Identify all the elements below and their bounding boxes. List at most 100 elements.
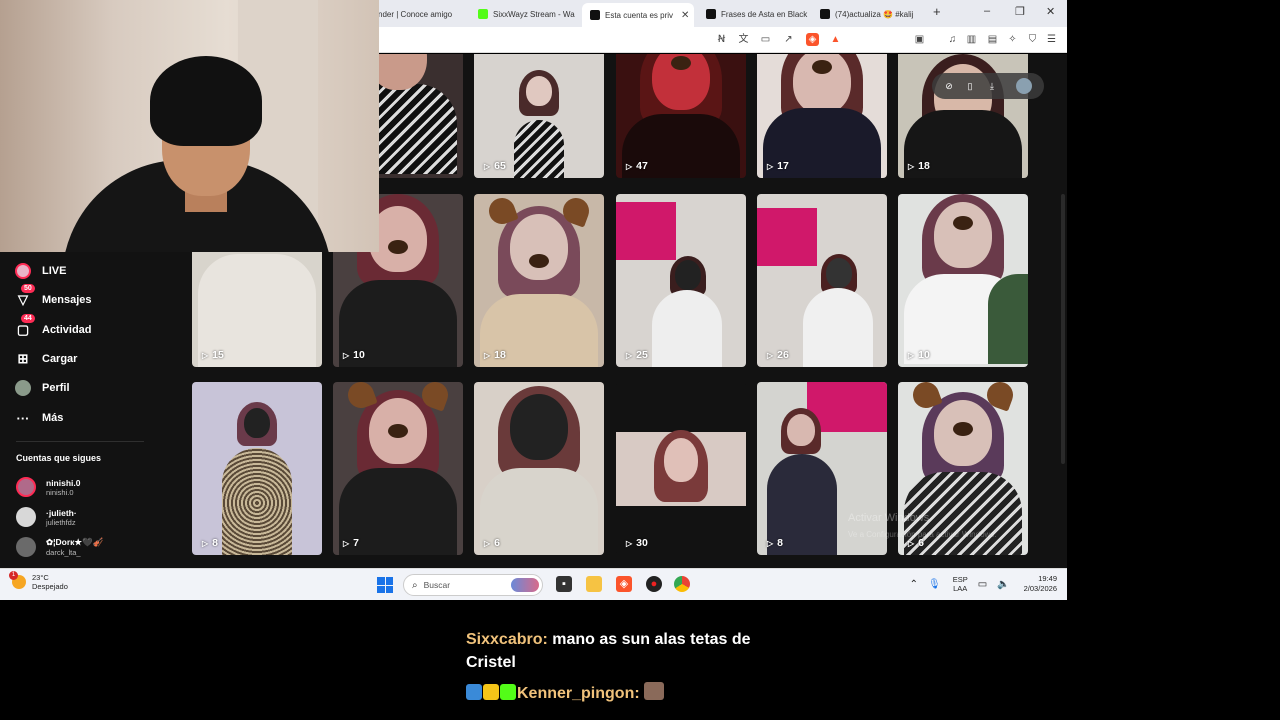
view-count: ▷ 18: [484, 349, 506, 361]
sidebar-item-label: Mensajes: [42, 294, 92, 306]
scrollbar[interactable]: [1061, 194, 1065, 464]
view-count: ▷ 10: [908, 349, 930, 361]
sidebar-item-activity[interactable]: ▢ 44 Actividad: [14, 314, 92, 341]
sidebar-item-more[interactable]: ··· Más: [14, 407, 64, 429]
view-count: ▷ 65: [484, 160, 506, 172]
windows-start-icon[interactable]: [377, 577, 393, 593]
followed-account[interactable]: ·julieth· juliethfdz: [16, 506, 77, 528]
sidebar-item-messages[interactable]: ▽ 50 Mensajes: [14, 284, 92, 311]
play-icon: ▷: [908, 350, 915, 360]
play-icon: ▷: [484, 350, 491, 360]
sidebar-item-live[interactable]: LIVE: [14, 260, 66, 282]
video-thumbnail[interactable]: ▷ 30: [616, 382, 746, 555]
video-thumbnail[interactable]: ▷ 47: [616, 54, 746, 178]
sidebar-item-upload[interactable]: ⊞ Cargar: [14, 348, 78, 370]
vpn-icon[interactable]: ⛉: [1026, 33, 1039, 46]
following-title: Cuentas que sigues: [16, 453, 102, 463]
view-count: ▷ 47: [626, 160, 648, 172]
tiktok-icon: [820, 9, 830, 19]
translate-icon[interactable]: 文: [737, 33, 750, 46]
video-thumbnail[interactable]: ▷ 10: [898, 194, 1028, 367]
tab-label: Frases de Asta en Black: [721, 9, 808, 19]
tab-label: SixxWayz Stream - Wa: [493, 9, 575, 19]
task-view-icon[interactable]: ▪: [556, 576, 572, 592]
system-tray: ⌃ 🎙 ESP LAA ▭ 🔈 19:49 2/03/2026: [900, 574, 1057, 594]
view-count: ▷ 30: [626, 537, 648, 549]
microphone-icon[interactable]: 🎙: [928, 579, 941, 590]
chat-message: Kenner_pingon:: [466, 682, 786, 705]
phone-icon[interactable]: ▯: [964, 80, 976, 92]
profile-icon: [14, 379, 32, 397]
tab-label: (74)actualiza 🤩 #kalij: [835, 9, 914, 19]
account-name: ninishi.0: [46, 477, 81, 488]
messages-icon: ▽ 50: [14, 284, 35, 309]
share-icon[interactable]: ↗: [782, 33, 795, 46]
more-icon: ···: [16, 410, 30, 426]
brave-browser-icon[interactable]: ◈: [616, 576, 632, 592]
video-thumbnail[interactable]: ▷ 8: [192, 382, 322, 555]
tab-asta[interactable]: Frases de Asta en Black: [698, 4, 810, 24]
video-thumbnail[interactable]: ▷ 26: [757, 194, 887, 367]
avatar-icon[interactable]: [1016, 78, 1032, 94]
play-icon: ▷: [626, 350, 633, 360]
network-icon[interactable]: ▭: [978, 579, 987, 590]
obs-icon[interactable]: ●: [646, 576, 662, 592]
weather-sun-icon: 1: [9, 571, 26, 589]
view-count: ▷ 10: [343, 349, 365, 361]
compass-icon[interactable]: ⊘: [943, 80, 955, 92]
weather-widget[interactable]: 1 23°C Despejado: [9, 571, 68, 591]
video-thumbnail[interactable]: ▷ 6: [474, 382, 604, 555]
video-thumbnail[interactable]: ▷ 17: [757, 54, 887, 178]
chrome-icon[interactable]: [674, 576, 690, 592]
minimize-button[interactable]: –: [984, 5, 990, 17]
clock[interactable]: 19:49 2/03/2026: [1024, 574, 1057, 594]
chat-username: Kenner_pingon:: [517, 685, 640, 702]
sidebar-icon[interactable]: ▣: [913, 33, 926, 46]
tab-actualiza[interactable]: (74)actualiza 🤩 #kalij: [812, 4, 924, 24]
tab-kick[interactable]: SixxWayz Stream - Wa: [470, 4, 580, 24]
view-count: ▷ 15: [202, 349, 224, 361]
reader-icon[interactable]: Ꞥ: [715, 33, 728, 46]
chevron-up-icon[interactable]: ⌃: [910, 579, 918, 590]
video-thumbnail[interactable]: ▷ 25: [616, 194, 746, 367]
tab-tinder[interactable]: nder | Conoce amigo: [370, 4, 470, 24]
cast-icon[interactable]: ▭: [759, 33, 772, 46]
file-explorer-icon[interactable]: [586, 576, 602, 592]
wallet-icon[interactable]: ▤: [986, 33, 999, 46]
brave-rewards-icon[interactable]: ▲: [829, 33, 842, 46]
play-icon: ▷: [767, 350, 774, 360]
download-icon[interactable]: ⤓: [986, 80, 998, 92]
video-thumbnail[interactable]: ▷ 18: [474, 194, 604, 367]
language-indicator[interactable]: ESP LAA: [953, 575, 968, 593]
play-icon: ▷: [484, 538, 491, 548]
music-icon[interactable]: ♫: [946, 33, 959, 46]
close-window-button[interactable]: ✕: [1046, 5, 1055, 18]
video-thumbnail[interactable]: ▷ 7: [333, 382, 463, 555]
account-username: ninishi.0: [46, 487, 74, 497]
tab-label: nder | Conoce amigo: [378, 9, 453, 19]
sidebar-item-label: LIVE: [42, 265, 67, 277]
video-thumbnail[interactable]: ▷ 65: [474, 54, 604, 178]
maximize-button[interactable]: ❐: [1015, 5, 1025, 18]
volume-icon[interactable]: 🔈: [997, 579, 1009, 590]
new-tab-button[interactable]: +: [933, 4, 941, 19]
og-badge-icon: [500, 684, 516, 700]
account-username: juliethfdz: [46, 517, 76, 527]
reading-list-icon[interactable]: ▥: [965, 33, 978, 46]
weather-badge: 1: [9, 571, 18, 580]
leo-icon[interactable]: ✧: [1006, 33, 1019, 46]
tab-tiktok-active[interactable]: Esta cuenta es priv ✕: [582, 3, 694, 27]
sword-badge-icon: [466, 684, 482, 700]
followed-account[interactable]: ninishi.0 ninishi.0: [16, 476, 80, 498]
close-icon[interactable]: ✕: [681, 10, 689, 21]
brave-shield-icon[interactable]: ◈: [806, 33, 819, 46]
view-count: ▷ 17: [767, 160, 789, 172]
view-count: ▷ 26: [767, 349, 789, 361]
sidebar-item-profile[interactable]: Perfil: [14, 377, 70, 399]
menu-icon[interactable]: ☰: [1045, 33, 1058, 46]
sidebar-item-label: Más: [42, 412, 64, 424]
taskbar-search[interactable]: ⌕ Buscar: [403, 574, 543, 596]
sidebar-item-label: Cargar: [42, 353, 78, 365]
activation-watermark-title: Activar Windows: [848, 512, 930, 524]
followed-account[interactable]: ✿¦Dorк★🖤🎻 darck_lta_: [16, 536, 103, 558]
